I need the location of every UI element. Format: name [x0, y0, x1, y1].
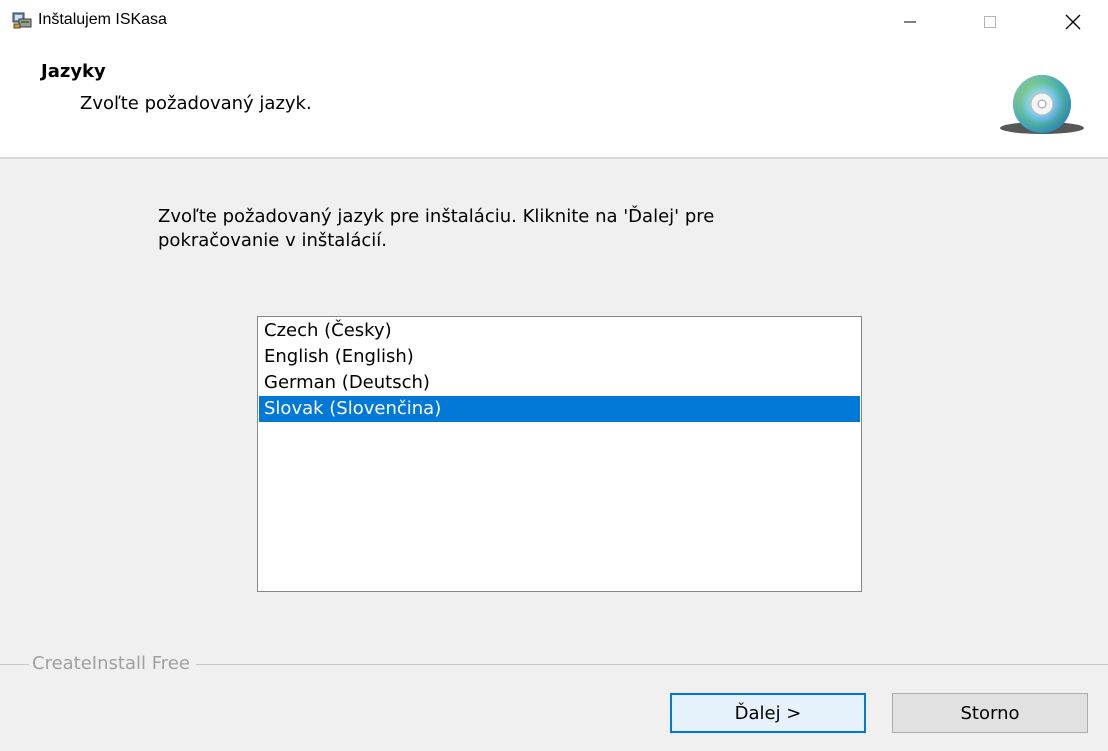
language-listbox[interactable]: Czech (Česky) English (English) German (De…	[257, 316, 862, 592]
language-option[interactable]: German (Deutsch)	[259, 370, 860, 396]
brand-divider-left	[0, 664, 8, 665]
minimize-icon	[904, 21, 916, 23]
wizard-header: Jazyky Zvoľte požadovaný jazyk.	[0, 44, 1108, 157]
title-bar: Inštalujem ISKasa	[0, 0, 1108, 44]
next-button[interactable]: Ďalej >	[670, 693, 866, 733]
header-divider	[0, 157, 1108, 159]
brand-label: CreateInstall Free	[29, 652, 196, 676]
installer-app-icon	[12, 10, 32, 30]
maximize-button[interactable]	[960, 0, 1020, 44]
cancel-button[interactable]: Storno	[892, 693, 1088, 733]
language-option[interactable]: Slovak (Slovenčina)	[259, 396, 860, 422]
instructions-text: Zvoľte požadovaný jazyk pre inštaláciu. …	[158, 206, 715, 251]
language-option[interactable]: English (English)	[259, 344, 860, 370]
maximize-icon	[984, 16, 996, 28]
minimize-button[interactable]	[880, 0, 940, 44]
page-title: Jazyky	[41, 61, 106, 82]
close-icon	[1065, 14, 1081, 30]
language-option[interactable]: Czech (Česky)	[259, 318, 860, 344]
page-subtitle: Zvoľte požadovaný jazyk.	[80, 93, 312, 114]
close-button[interactable]	[1044, 0, 1104, 44]
cd-disc-icon	[996, 74, 1088, 136]
window-title: Inštalujem ISKasa	[38, 11, 167, 28]
